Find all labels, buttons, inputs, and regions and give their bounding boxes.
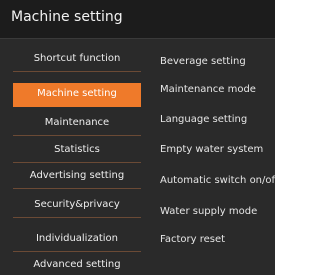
- sidebar-item-label: Security&privacy: [34, 199, 120, 210]
- sidebar-item-label: Advertising setting: [29, 170, 125, 181]
- sidebar-menu: Shortcut function Machine setting Mainte…: [13, 48, 141, 275]
- sidebar-item-advanced-setting[interactable]: Advanced setting: [13, 254, 141, 275]
- app-screen: Machine setting Shortcut function Machin…: [0, 0, 275, 275]
- sidebar-item-maintenance[interactable]: Maintenance: [13, 112, 141, 136]
- settings-option-list: Beverage setting Maintenance mode Langua…: [160, 48, 275, 275]
- sidebar-item-individualization[interactable]: Individualization: [13, 228, 141, 252]
- option-factory-reset[interactable]: Factory reset: [160, 232, 275, 250]
- sidebar-item-shortcut-function[interactable]: Shortcut function: [13, 48, 141, 72]
- option-beverage-setting[interactable]: Beverage setting: [160, 54, 275, 72]
- sidebar-item-label: Individualization: [35, 233, 118, 244]
- option-empty-water-system[interactable]: Empty water system: [160, 142, 275, 160]
- title-bar: Machine setting: [0, 0, 275, 39]
- sidebar-item-label: Statistics: [54, 144, 100, 155]
- sidebar-item-label: Maintenance: [44, 117, 110, 128]
- option-maintenance-mode[interactable]: Maintenance mode: [160, 82, 275, 100]
- option-automatic-switch[interactable]: Automatic switch on/off: [160, 173, 275, 191]
- sidebar-item-label: Shortcut function: [33, 53, 121, 64]
- page-title: Machine setting: [11, 9, 123, 25]
- option-water-supply-mode[interactable]: Water supply mode: [160, 204, 275, 222]
- sidebar-item-label: Machine setting: [37, 88, 117, 99]
- sidebar-item-statistics[interactable]: Statistics: [13, 139, 141, 163]
- sidebar-item-label: Advanced setting: [33, 259, 121, 270]
- option-language-setting[interactable]: Language setting: [160, 112, 275, 130]
- sidebar-item-machine-setting[interactable]: Machine setting: [13, 83, 141, 107]
- sidebar-item-security-privacy[interactable]: Security&privacy: [13, 194, 141, 218]
- sidebar-item-advertising-setting[interactable]: Advertising setting: [13, 165, 141, 189]
